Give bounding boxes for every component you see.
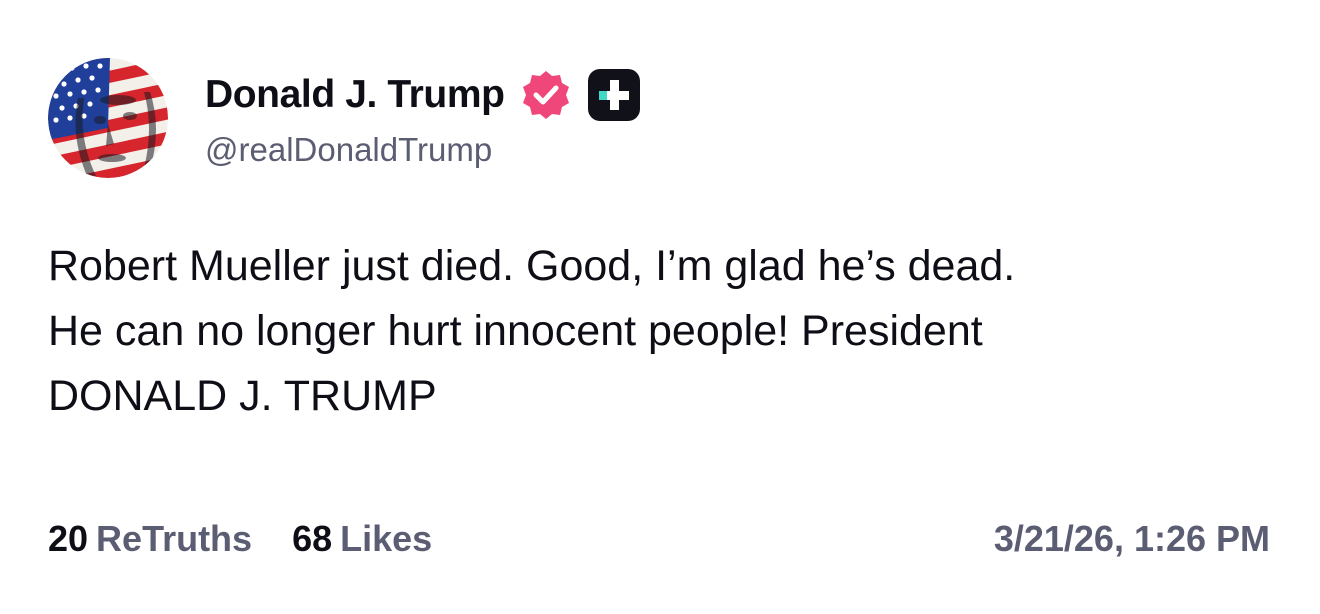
retruths-count: 20 bbox=[48, 518, 89, 559]
post-content: Robert Mueller just died. Good, I’m glad… bbox=[48, 234, 1278, 429]
author-name-row: Donald J. Trump bbox=[205, 68, 641, 122]
retruths-stat[interactable]: 20 ReTruths bbox=[48, 518, 252, 560]
likes-count: 68 bbox=[292, 518, 333, 559]
flag-portrait-avatar-icon bbox=[48, 58, 168, 178]
post-card: Donald J. Trump @realDonaldTrump Robert … bbox=[0, 0, 1320, 614]
likes-stat[interactable]: 68 Likes bbox=[292, 518, 432, 560]
avatar[interactable] bbox=[48, 58, 168, 178]
retruths-label: ReTruths bbox=[96, 518, 253, 559]
post-text-line: DONALD J. TRUMP bbox=[48, 372, 437, 420]
post-text-line: Robert Mueller just died. Good, I’m glad… bbox=[48, 242, 1016, 290]
author-display-name[interactable]: Donald J. Trump bbox=[205, 73, 505, 117]
post-text-line: He can no longer hurt innocent people! P… bbox=[48, 307, 983, 355]
verified-badge-icon bbox=[519, 68, 573, 122]
likes-label: Likes bbox=[340, 518, 433, 559]
post-stats: 20 ReTruths 68 Likes bbox=[48, 518, 472, 560]
post-timestamp[interactable]: 3/21/26, 1:26 PM bbox=[994, 518, 1270, 560]
plus-badge-icon bbox=[587, 68, 641, 122]
author-handle[interactable]: @realDonaldTrump bbox=[205, 131, 492, 169]
